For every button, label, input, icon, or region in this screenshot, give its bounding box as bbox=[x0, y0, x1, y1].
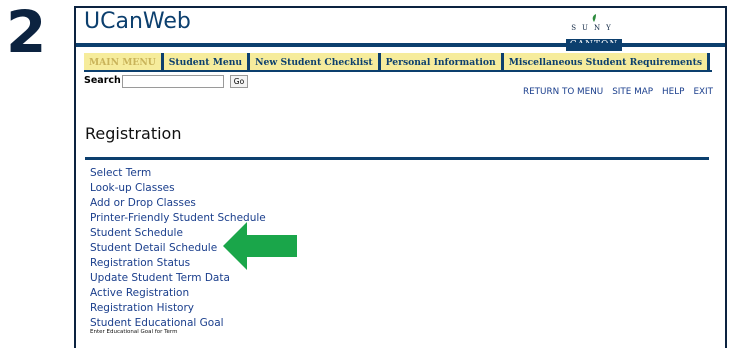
header-rule bbox=[76, 43, 725, 47]
menu-item-update-student-term-data[interactable]: Update Student Term Data bbox=[90, 271, 266, 286]
app-title: UCanWeb bbox=[84, 9, 191, 34]
menu-item-select-term[interactable]: Select Term bbox=[90, 166, 266, 181]
logo-suny-text: SUNY bbox=[571, 24, 617, 32]
menu-item-active-registration[interactable]: Active Registration bbox=[90, 286, 266, 301]
search-input[interactable] bbox=[122, 75, 224, 88]
tab-bar: MAIN MENU Student Menu New Student Check… bbox=[84, 53, 710, 71]
tab-main-menu[interactable]: MAIN MENU bbox=[84, 53, 164, 71]
top-links: RETURN TO MENU SITE MAP HELP EXIT bbox=[523, 87, 713, 97]
return-to-menu-link[interactable]: RETURN TO MENU bbox=[523, 87, 603, 97]
page-title: Registration bbox=[85, 124, 182, 143]
help-link[interactable]: HELP bbox=[662, 87, 684, 97]
menu-item-add-drop-classes[interactable]: Add or Drop Classes bbox=[90, 196, 266, 211]
tab-rule bbox=[84, 70, 712, 72]
tab-misc-student-requirements[interactable]: Miscellaneous Student Requirements bbox=[503, 53, 710, 71]
site-map-link[interactable]: SITE MAP bbox=[612, 87, 653, 97]
go-button[interactable]: Go bbox=[230, 75, 248, 88]
menu-item-registration-history[interactable]: Registration History bbox=[90, 301, 266, 316]
left-arrow-icon bbox=[223, 222, 297, 270]
suny-canton-logo: SUNY CANTON bbox=[564, 14, 624, 51]
section-rule bbox=[85, 157, 709, 160]
menu-item-look-up-classes[interactable]: Look-up Classes bbox=[90, 181, 266, 196]
exit-link[interactable]: EXIT bbox=[693, 87, 713, 97]
step-number: 2 bbox=[6, 0, 47, 66]
browser-frame: UCanWeb SUNY CANTON MAIN MENU Student Me… bbox=[74, 6, 727, 348]
leaf-icon bbox=[592, 14, 596, 22]
search-label: Search bbox=[84, 75, 121, 86]
tab-student-menu[interactable]: Student Menu bbox=[163, 53, 251, 71]
tab-new-student-checklist[interactable]: New Student Checklist bbox=[250, 53, 381, 71]
tab-personal-information[interactable]: Personal Information bbox=[380, 53, 504, 71]
